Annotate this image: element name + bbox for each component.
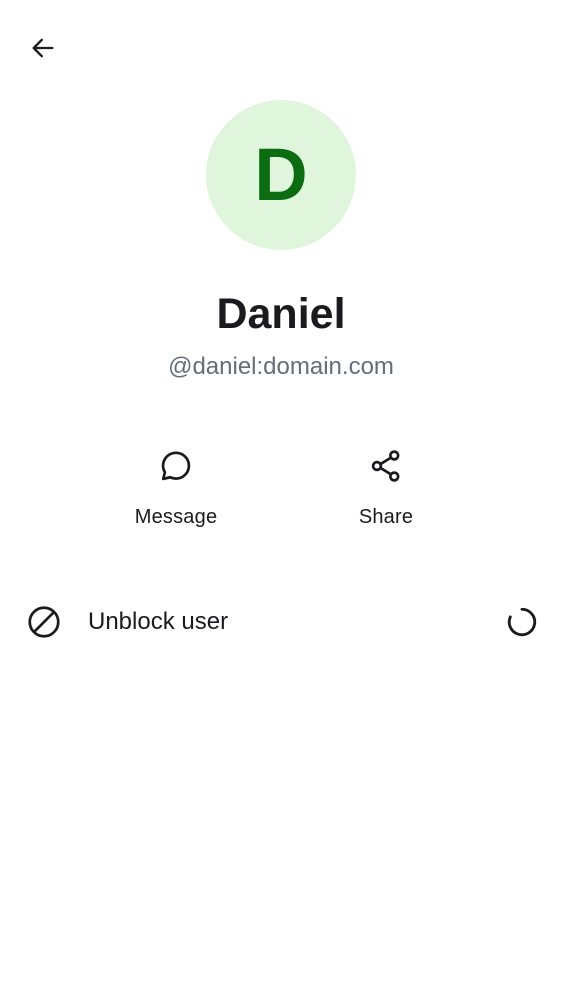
share-icon [366, 446, 406, 486]
share-label: Share [358, 506, 414, 528]
unblock-user-label: Unblock user [88, 608, 229, 635]
avatar: D [206, 100, 356, 250]
chat-bubble-icon [156, 446, 196, 486]
spinner-icon [502, 602, 542, 642]
unblock-user-item[interactable]: Unblock user [0, 592, 562, 652]
display-name: Daniel [216, 290, 346, 338]
avatar-initial: D [254, 133, 308, 216]
block-icon [24, 602, 64, 642]
message-button[interactable]: Message [106, 440, 246, 550]
share-button[interactable]: Share [316, 440, 456, 550]
back-button[interactable] [18, 25, 68, 75]
arrow-left-icon [29, 34, 57, 67]
user-id: @daniel:domain.com [168, 353, 394, 380]
message-label: Message [134, 506, 218, 528]
